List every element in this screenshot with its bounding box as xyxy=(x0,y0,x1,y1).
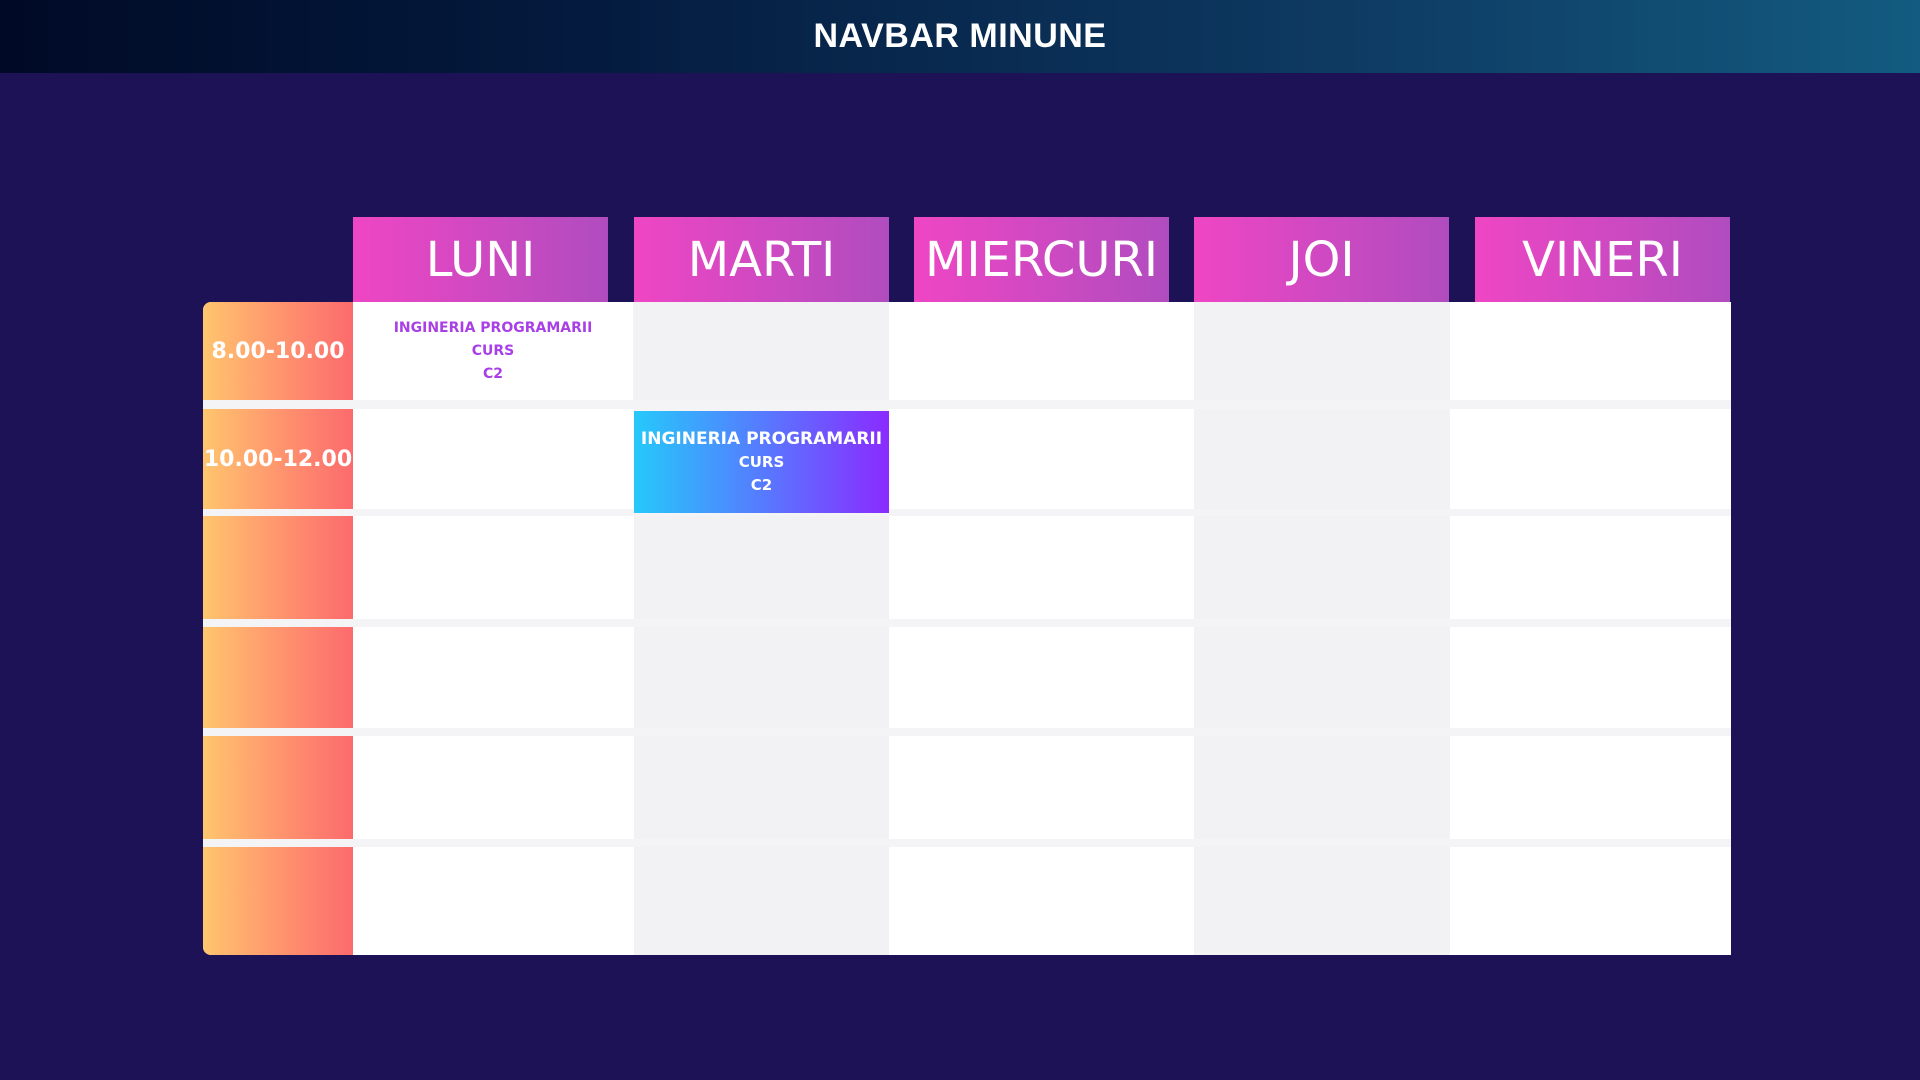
cell-marti-6[interactable] xyxy=(634,847,889,955)
cell-marti-1[interactable] xyxy=(634,302,889,400)
day-header-joi: JOI xyxy=(1194,217,1449,302)
time-slot-6 xyxy=(203,847,353,955)
cell-vineri-1[interactable] xyxy=(1450,302,1731,400)
cell-miercuri-6[interactable] xyxy=(889,847,1194,955)
time-slot-2: 10.00-12.00 xyxy=(203,409,353,509)
cell-luni-3[interactable] xyxy=(353,516,634,619)
day-header-marti: MARTI xyxy=(634,217,889,302)
cell-miercuri-1[interactable] xyxy=(889,302,1194,400)
cell-vineri-2[interactable] xyxy=(1450,409,1731,509)
cell-miercuri-5[interactable] xyxy=(889,736,1194,839)
event-room: C2 xyxy=(750,475,773,494)
cell-marti-3[interactable] xyxy=(634,516,889,619)
cell-luni-1[interactable]: INGINERIA PROGRAMARII CURS C2 xyxy=(353,302,633,400)
cell-vineri-5[interactable] xyxy=(1450,736,1731,839)
time-slot-1: 8.00-10.00 xyxy=(203,302,353,400)
cell-luni-5[interactable] xyxy=(353,736,634,839)
cell-joi-4[interactable] xyxy=(1194,627,1450,728)
day-header-vineri: VINERI xyxy=(1475,217,1730,302)
time-slot-3 xyxy=(203,516,353,619)
event-room: C2 xyxy=(482,365,503,382)
timetable: 8.00-10.00 10.00-12.00 INGINERIA PROGRAM… xyxy=(203,302,1731,955)
time-slot-4 xyxy=(203,627,353,728)
cell-marti-2[interactable]: INGINERIA PROGRAMARII CURS C2 xyxy=(634,411,889,513)
cell-luni-2[interactable] xyxy=(353,409,634,509)
cell-miercuri-2[interactable] xyxy=(889,409,1194,509)
event-type: CURS xyxy=(471,342,515,359)
cell-joi-5[interactable] xyxy=(1194,736,1450,839)
cell-luni-4[interactable] xyxy=(353,627,634,728)
day-header-miercuri: MIERCURI xyxy=(914,217,1169,302)
cell-joi-2[interactable] xyxy=(1194,409,1450,509)
cell-marti-5[interactable] xyxy=(634,736,889,839)
event-title: INGINERIA PROGRAMARII xyxy=(393,319,593,336)
navbar-title: NAVBAR MINUNE xyxy=(813,17,1107,55)
cell-vineri-3[interactable] xyxy=(1450,516,1731,619)
event-title: INGINERIA PROGRAMARII xyxy=(640,428,883,449)
cell-joi-6[interactable] xyxy=(1194,847,1450,952)
cell-miercuri-4[interactable] xyxy=(889,627,1194,728)
cell-miercuri-3[interactable] xyxy=(889,516,1194,619)
cell-vineri-6[interactable] xyxy=(1450,847,1731,955)
event-type: CURS xyxy=(738,452,785,471)
day-header-luni: LUNI xyxy=(353,217,608,302)
navbar: NAVBAR MINUNE xyxy=(0,0,1920,73)
cell-marti-4[interactable] xyxy=(634,627,889,728)
cell-joi-1[interactable] xyxy=(1194,302,1450,400)
cell-vineri-4[interactable] xyxy=(1450,627,1731,728)
cell-luni-6[interactable] xyxy=(353,847,634,955)
cell-joi-3[interactable] xyxy=(1194,516,1450,619)
time-slot-5 xyxy=(203,736,353,839)
